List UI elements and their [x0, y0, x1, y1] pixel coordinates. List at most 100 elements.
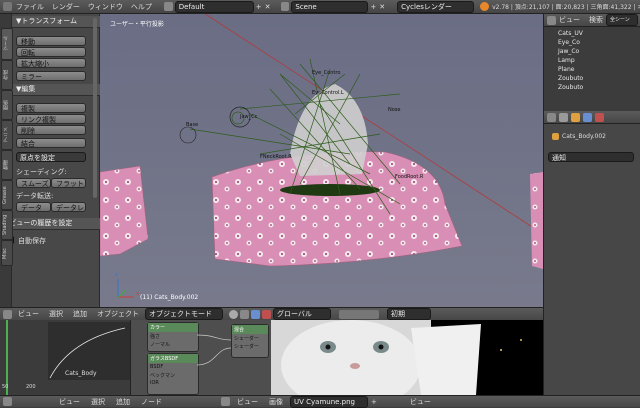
properties-mode-select[interactable]: 通知 [548, 152, 634, 162]
image-editor-icon[interactable] [221, 397, 230, 406]
outliner-view-menu[interactable]: ビュー [559, 15, 580, 25]
history-panel-header[interactable]: ▼ビューの履歴を設定 [0, 218, 100, 230]
tab-misc[interactable]: Misc [1, 240, 13, 266]
tool-shelf-scrollbar[interactable] [93, 18, 97, 198]
properties-header [544, 111, 640, 124]
bottom-node-menu[interactable]: ノード [137, 397, 166, 407]
screen-layout-icon[interactable] [163, 2, 173, 11]
bottom-select-menu[interactable]: 選択 [87, 397, 109, 407]
outliner-item[interactable]: Eye_Co [544, 38, 640, 47]
curve-label: Cats_Body [65, 370, 97, 377]
outliner-list: Cats_UV Eye_Co Jaw_Co Lamp Plane Zoubuto… [544, 27, 640, 92]
tab-tools[interactable]: ツール [1, 28, 13, 60]
edit-panel-header[interactable]: ▼編集 [12, 84, 100, 96]
cat-texture-image [271, 320, 522, 395]
tool-shelf: ▼トランスフォーム 移動 回転 拡大縮小 ミラー ▼編集 複製 リンク複製 削除… [0, 14, 100, 307]
tab-grease-pencil[interactable]: Grease [1, 180, 13, 210]
outliner-item[interactable]: Zoubuto [544, 83, 640, 92]
bottom-view-menu[interactable]: ビュー [55, 397, 84, 407]
curve-editor[interactable]: Cats_Body 50 200 [0, 320, 131, 395]
data-transfer-button[interactable]: データ [16, 202, 51, 212]
menu-render[interactable]: レンダー [48, 2, 84, 12]
node-mix-shader[interactable]: 混合 シェーダー シェーダー [231, 324, 269, 358]
screen-layout-field[interactable]: Default [174, 0, 254, 13]
manipulator-icon[interactable] [251, 309, 260, 319]
image-menu[interactable]: 画像 [265, 397, 287, 407]
outliner-item[interactable]: Zoubuto [544, 74, 640, 83]
join-button[interactable]: 結合 [16, 138, 86, 148]
info-header: ファイル レンダー ウィンドウ ヘルプ Default + ✕ Scene + … [0, 0, 640, 14]
outliner-editor-icon[interactable] [547, 15, 556, 25]
outliner-item[interactable]: Plane [544, 65, 640, 74]
shade-flat-button[interactable]: フラット [51, 178, 86, 188]
new-image-button[interactable]: + [371, 398, 377, 406]
image-editor[interactable] [271, 320, 543, 395]
add-scene-button[interactable]: + [370, 3, 376, 11]
translate-button[interactable]: 移動 [16, 36, 86, 46]
material-tab-icon[interactable] [595, 112, 604, 122]
tab-create[interactable]: 作成 [1, 60, 13, 90]
data-layout-button[interactable]: データレ [51, 202, 86, 212]
scale-button[interactable]: 拡大縮小 [16, 58, 86, 68]
orientation-select[interactable]: グローバル [273, 308, 331, 320]
image-view-menu[interactable]: ビュー [233, 397, 262, 407]
transform-panel-header[interactable]: ▼トランスフォーム [12, 16, 100, 28]
mode-select[interactable]: オブジェクトモード [145, 308, 223, 320]
delete-button[interactable]: 削除 [16, 125, 86, 135]
node-glass-bsdf[interactable]: ガラスBSDF BSDF ベックマン IOR [147, 353, 199, 395]
modifier-tab-icon[interactable] [583, 112, 592, 122]
bone-label-base: Base [186, 122, 199, 128]
properties-editor-icon[interactable] [547, 112, 556, 122]
remove-scene-button[interactable]: ✕ [379, 3, 385, 11]
select-menu[interactable]: 選択 [45, 309, 67, 319]
shade-smooth-button[interactable]: スムーズ [16, 178, 51, 188]
translate-manipulator-icon[interactable] [262, 309, 271, 319]
shading-label: シェーディング: [16, 168, 67, 176]
curve-tick: 200 [26, 384, 36, 390]
outliner-item[interactable]: Lamp [544, 56, 640, 65]
viewport-scene [100, 14, 543, 298]
duplicate-linked-button[interactable]: リンク複製 [16, 114, 86, 124]
set-origin-select[interactable]: 原点を設定 [16, 152, 86, 162]
render-engine-select[interactable]: Cyclesレンダー [397, 0, 475, 13]
viewport-editor-icon[interactable] [3, 309, 12, 319]
tab-physics[interactable]: 物理 [1, 150, 13, 180]
add-menu[interactable]: 追加 [69, 309, 91, 319]
tab-animation[interactable]: アニメ [1, 120, 13, 150]
object-menu[interactable]: オブジェクト [93, 309, 143, 319]
properties-breadcrumb: Cats_Body.002 [552, 133, 606, 140]
render-tab-icon[interactable] [559, 112, 568, 122]
remove-layout-button[interactable]: ✕ [265, 3, 271, 11]
outliner-bottom-view-menu[interactable]: ビュー [406, 397, 435, 407]
tab-shading[interactable]: Shading [1, 210, 13, 240]
add-layout-button[interactable]: + [256, 3, 262, 11]
shading-mode-icon[interactable] [229, 309, 238, 319]
node-editor[interactable]: カラー 強さ ノーマル ガラスBSDF BSDF ベックマン IOR 混合 シェ… [131, 320, 271, 395]
bottom-header: ビュー 選択 追加 ノード ビュー 画像 UV Cyamune.png + ビュ… [0, 395, 640, 408]
outliner-search-menu[interactable]: 検索 [589, 15, 603, 25]
info-editor-icon[interactable] [3, 2, 12, 11]
layers-icon[interactable] [339, 309, 379, 319]
node-emission[interactable]: カラー 強さ ノーマル [147, 322, 199, 352]
timeline-editor-icon[interactable] [3, 397, 12, 406]
outliner-item[interactable]: Cats_UV [544, 29, 640, 38]
rotate-button[interactable]: 回転 [16, 47, 86, 57]
pivot-icon[interactable] [240, 309, 249, 319]
menu-window[interactable]: ウィンドウ [84, 2, 127, 12]
outliner: ビュー 検索 全シーン Cats_UV Eye_Co Jaw_Co Lamp P… [543, 14, 640, 111]
scene-icon[interactable] [280, 2, 290, 11]
outliner-item[interactable]: Jaw_Co [544, 47, 640, 56]
mirror-button[interactable]: ミラー [16, 71, 86, 81]
duplicate-button[interactable]: 複製 [16, 103, 86, 113]
object-tab-icon[interactable] [571, 112, 580, 122]
3d-viewport[interactable]: ユーザー・平行投影 Eye_Contro Jaw_Cc Nose EyeCont… [100, 14, 543, 307]
menu-file[interactable]: ファイル [12, 2, 48, 12]
uv-image-select[interactable]: UV Cyamune.png [290, 395, 368, 408]
tab-relations[interactable]: 関係 [1, 90, 13, 120]
scene-field[interactable]: Scene [291, 0, 369, 13]
bottom-add-menu[interactable]: 追加 [112, 397, 134, 407]
view-menu[interactable]: ビュー [14, 309, 43, 319]
outliner-display-select[interactable]: 全シーン [606, 14, 638, 26]
pivot-select[interactable]: 初期 [387, 308, 431, 320]
menu-help[interactable]: ヘルプ [127, 2, 156, 12]
